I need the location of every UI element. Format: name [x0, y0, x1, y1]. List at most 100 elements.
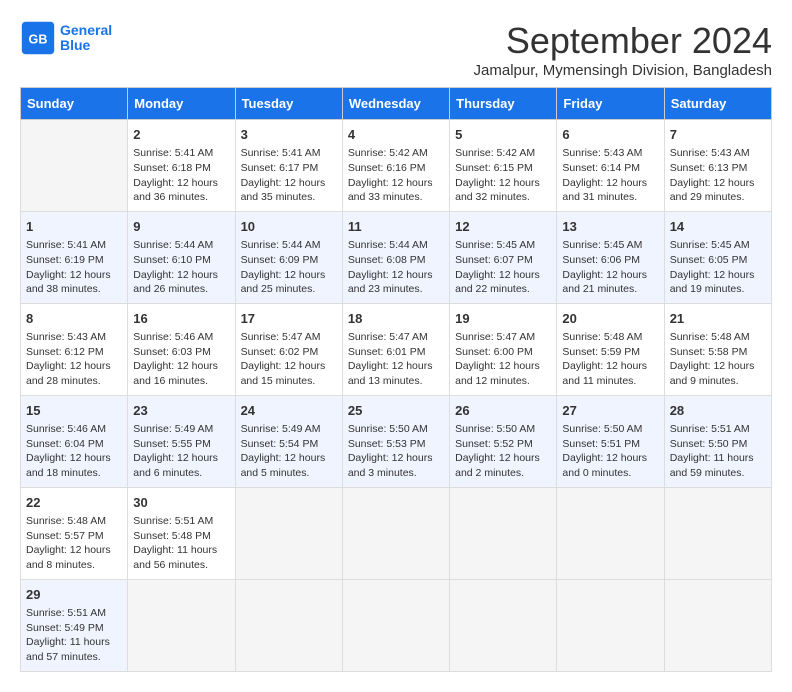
day-number: 26 — [455, 402, 551, 420]
daylight-text: Daylight: 12 hours and 29 minutes. — [670, 176, 766, 205]
daylight-text: Daylight: 12 hours and 22 minutes. — [455, 268, 551, 297]
calendar-cell — [342, 487, 449, 579]
daylight-text: Daylight: 12 hours and 25 minutes. — [241, 268, 337, 297]
weekday-header-tuesday: Tuesday — [235, 88, 342, 120]
sunrise-text: Sunrise: 5:41 AM — [133, 146, 229, 161]
calendar-cell — [235, 487, 342, 579]
calendar-cell: 1Sunrise: 5:41 AMSunset: 6:19 PMDaylight… — [21, 211, 128, 303]
sunrise-text: Sunrise: 5:47 AM — [241, 330, 337, 345]
daylight-text: Daylight: 12 hours and 26 minutes. — [133, 268, 229, 297]
day-number: 5 — [455, 126, 551, 144]
daylight-text: Daylight: 12 hours and 35 minutes. — [241, 176, 337, 205]
calendar-cell: 21 Sunrise: 5:48 AMSunset: 5:58 PMDayligh… — [664, 303, 771, 395]
svg-text:GB: GB — [29, 32, 48, 46]
sunrise-text: Sunrise: 5:48 AM — [26, 514, 122, 529]
calendar-cell: 28Sunrise: 5:51 AMSunset: 5:50 PMDayligh… — [664, 395, 771, 487]
sunset-text: Sunset: 5:49 PM — [26, 621, 122, 636]
daylight-text: Daylight: 12 hours and 28 minutes. — [26, 359, 122, 388]
sunrise-text: Sunrise: 5:51 AM — [133, 514, 229, 529]
calendar-cell: 9Sunrise: 5:44 AMSunset: 6:10 PMDaylight… — [128, 211, 235, 303]
calendar-cell: 11Sunrise: 5:44 AMSunset: 6:08 PMDayligh… — [342, 211, 449, 303]
calendar-cell: 3Sunrise: 5:41 AMSunset: 6:17 PMDaylight… — [235, 120, 342, 212]
sunset-text: Sunset: 6:12 PM — [26, 345, 122, 360]
calendar-table: SundayMondayTuesdayWednesdayThursdayFrid… — [20, 87, 772, 672]
daylight-text: Daylight: 12 hours and 21 minutes. — [562, 268, 658, 297]
sunset-text: Sunset: 5:58 PM — [670, 345, 766, 360]
daylight-text: Daylight: 12 hours and 16 minutes. — [133, 359, 229, 388]
calendar-row: 2Sunrise: 5:41 AMSunset: 6:18 PMDaylight… — [21, 120, 772, 212]
sunrise-text: Sunrise: 5:45 AM — [562, 238, 658, 253]
calendar-cell: 16Sunrise: 5:46 AMSunset: 6:03 PMDayligh… — [128, 303, 235, 395]
calendar-cell — [664, 579, 771, 671]
calendar-cell — [450, 487, 557, 579]
sunset-text: Sunset: 6:18 PM — [133, 161, 229, 176]
daylight-text: Daylight: 12 hours and 9 minutes. — [670, 359, 766, 388]
day-number: 23 — [133, 402, 229, 420]
sunset-text: Sunset: 6:17 PM — [241, 161, 337, 176]
title-section: September 2024 Jamalpur, Mymensingh Divi… — [474, 20, 772, 79]
sunrise-text: Sunrise: 5:51 AM — [670, 422, 766, 437]
month-title: September 2024 — [474, 20, 772, 62]
calendar-cell: 24Sunrise: 5:49 AMSunset: 5:54 PMDayligh… — [235, 395, 342, 487]
calendar-row: 29Sunrise: 5:51 AMSunset: 5:49 PMDayligh… — [21, 579, 772, 671]
calendar-cell — [235, 579, 342, 671]
weekday-header-thursday: Thursday — [450, 88, 557, 120]
day-number: 16 — [133, 310, 229, 328]
calendar-cell: 7Sunrise: 5:43 AMSunset: 6:13 PMDaylight… — [664, 120, 771, 212]
sunset-text: Sunset: 6:01 PM — [348, 345, 444, 360]
weekday-header-saturday: Saturday — [664, 88, 771, 120]
daylight-text: Daylight: 11 hours and 56 minutes. — [133, 543, 229, 572]
calendar-cell: 4Sunrise: 5:42 AMSunset: 6:16 PMDaylight… — [342, 120, 449, 212]
logo: GB General Blue — [20, 20, 112, 56]
daylight-text: Daylight: 12 hours and 15 minutes. — [241, 359, 337, 388]
day-number: 1 — [26, 218, 122, 236]
sunrise-text: Sunrise: 5:45 AM — [455, 238, 551, 253]
calendar-cell: 2Sunrise: 5:41 AMSunset: 6:18 PMDaylight… — [128, 120, 235, 212]
daylight-text: Daylight: 12 hours and 33 minutes. — [348, 176, 444, 205]
day-number: 8 — [26, 310, 122, 328]
sunrise-text: Sunrise: 5:45 AM — [670, 238, 766, 253]
daylight-text: Daylight: 12 hours and 2 minutes. — [455, 451, 551, 480]
sunset-text: Sunset: 5:55 PM — [133, 437, 229, 452]
day-number: 11 — [348, 218, 444, 236]
day-number: 24 — [241, 402, 337, 420]
daylight-text: Daylight: 11 hours and 59 minutes. — [670, 451, 766, 480]
sunrise-text: Sunrise: 5:41 AM — [241, 146, 337, 161]
daylight-text: Daylight: 12 hours and 0 minutes. — [562, 451, 658, 480]
calendar-cell — [450, 579, 557, 671]
calendar-cell: 13Sunrise: 5:45 AMSunset: 6:06 PMDayligh… — [557, 211, 664, 303]
sunrise-text: Sunrise: 5:50 AM — [562, 422, 658, 437]
calendar-cell: 23Sunrise: 5:49 AMSunset: 5:55 PMDayligh… — [128, 395, 235, 487]
sunset-text: Sunset: 6:09 PM — [241, 253, 337, 268]
calendar-cell: 20Sunrise: 5:48 AMSunset: 5:59 PMDayligh… — [557, 303, 664, 395]
sunrise-text: Sunrise: 5:48 AM — [670, 330, 766, 345]
sunset-text: Sunset: 6:08 PM — [348, 253, 444, 268]
day-number: 27 — [562, 402, 658, 420]
day-number: 2 — [133, 126, 229, 144]
day-number: 30 — [133, 494, 229, 512]
sunset-text: Sunset: 6:19 PM — [26, 253, 122, 268]
sunrise-text: Sunrise: 5:50 AM — [348, 422, 444, 437]
day-number: 14 — [670, 218, 766, 236]
sunset-text: Sunset: 5:54 PM — [241, 437, 337, 452]
weekday-header-monday: Monday — [128, 88, 235, 120]
day-number: 17 — [241, 310, 337, 328]
day-number: 9 — [133, 218, 229, 236]
sunset-text: Sunset: 5:57 PM — [26, 529, 122, 544]
day-number: 20 — [562, 310, 658, 328]
sunrise-text: Sunrise: 5:41 AM — [26, 238, 122, 253]
calendar-cell: 14Sunrise: 5:45 AMSunset: 6:05 PMDayligh… — [664, 211, 771, 303]
calendar-cell: 6Sunrise: 5:43 AMSunset: 6:14 PMDaylight… — [557, 120, 664, 212]
weekday-header-row: SundayMondayTuesdayWednesdayThursdayFrid… — [21, 88, 772, 120]
sunset-text: Sunset: 6:14 PM — [562, 161, 658, 176]
logo-general: General — [60, 22, 112, 38]
calendar-cell: 10Sunrise: 5:44 AMSunset: 6:09 PMDayligh… — [235, 211, 342, 303]
calendar-cell — [664, 487, 771, 579]
sunset-text: Sunset: 5:52 PM — [455, 437, 551, 452]
calendar-cell: 30Sunrise: 5:51 AMSunset: 5:48 PMDayligh… — [128, 487, 235, 579]
calendar-cell: 18Sunrise: 5:47 AMSunset: 6:01 PMDayligh… — [342, 303, 449, 395]
day-number: 21 — [670, 310, 766, 328]
daylight-text: Daylight: 11 hours and 57 minutes. — [26, 635, 122, 664]
sunrise-text: Sunrise: 5:47 AM — [348, 330, 444, 345]
daylight-text: Daylight: 12 hours and 12 minutes. — [455, 359, 551, 388]
